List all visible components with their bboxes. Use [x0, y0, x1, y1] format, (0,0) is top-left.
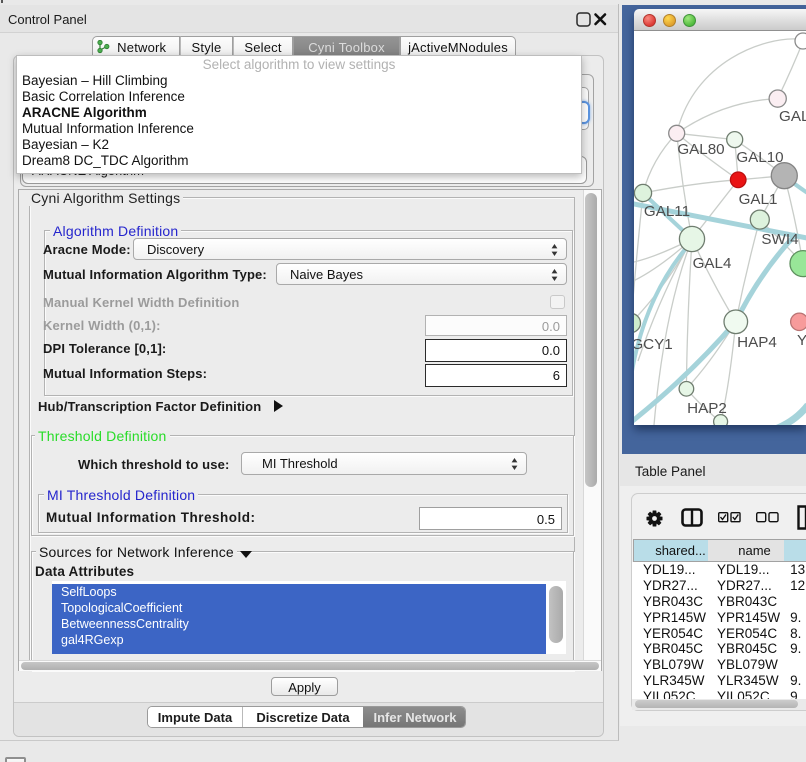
- svg-text:GAL1: GAL1: [739, 191, 778, 208]
- svg-text:HAP4: HAP4: [737, 334, 777, 351]
- svg-text:GAL11: GAL11: [644, 203, 690, 220]
- svg-text:GAL4: GAL4: [693, 255, 732, 272]
- svg-text:GAL80: GAL80: [677, 141, 724, 158]
- svg-text:GAL7: GAL7: [779, 108, 806, 125]
- svg-text:GCY1: GCY1: [634, 336, 673, 353]
- svg-text:GAL10: GAL10: [736, 149, 783, 166]
- svg-text:YJ: YJ: [797, 332, 806, 349]
- svg-text:HAP2: HAP2: [687, 400, 727, 417]
- svg-text:SWI4: SWI4: [761, 231, 798, 248]
